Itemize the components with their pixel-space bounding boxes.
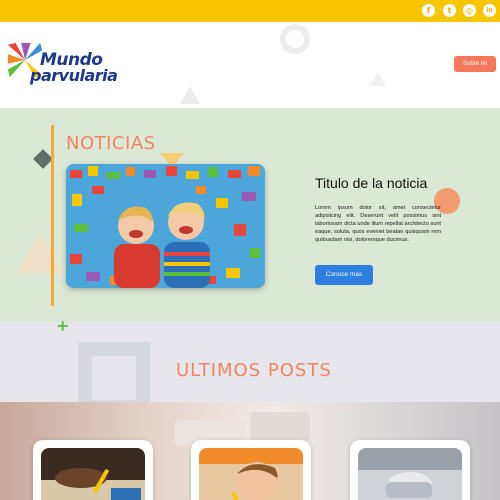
post-card[interactable] bbox=[191, 440, 311, 500]
news-body-text: Lorem ipsum dolor sit, amet consectetur … bbox=[315, 205, 441, 244]
children-with-toy-blocks-image bbox=[66, 164, 265, 288]
news-headline: Titulo de la noticia bbox=[315, 175, 428, 191]
post-card[interactable] bbox=[350, 440, 470, 500]
noticias-section: NOTICIAS Titulo de la noticia Lorem ipsu… bbox=[0, 108, 500, 322]
decorative-triangle bbox=[180, 86, 200, 104]
conoce-mas-button[interactable]: Conoce más bbox=[315, 265, 373, 285]
ultimos-posts-title: ULTIMOS POSTS bbox=[176, 360, 332, 381]
tumblr-icon[interactable]: t bbox=[443, 4, 456, 17]
child-playing-image bbox=[358, 448, 462, 500]
post-card-image bbox=[41, 448, 145, 500]
plus-icon: + bbox=[56, 316, 70, 335]
facebook-icon[interactable]: f bbox=[422, 4, 435, 17]
sobre-mi-button[interactable]: Sobre mi bbox=[454, 56, 496, 72]
news-photo bbox=[66, 164, 265, 288]
posts-background-image bbox=[0, 402, 500, 500]
boy-drawing-image bbox=[199, 448, 303, 500]
decorative-diamond bbox=[33, 149, 53, 169]
child-writing-image bbox=[41, 448, 145, 500]
section-accent-line bbox=[51, 125, 54, 306]
top-bar: f t ◎ in bbox=[0, 0, 500, 22]
noticias-title: NOTICIAS bbox=[66, 133, 156, 154]
ultimos-posts-section: ULTIMOS POSTS bbox=[0, 322, 500, 402]
decorative-square bbox=[78, 342, 150, 402]
linkedin-icon[interactable]: in bbox=[483, 4, 496, 17]
background-block bbox=[250, 412, 310, 442]
post-card-image bbox=[199, 448, 303, 500]
decorative-triangle bbox=[370, 72, 386, 86]
header: Mundo parvularia Sobre mi bbox=[0, 22, 500, 108]
instagram-icon[interactable]: ◎ bbox=[463, 4, 476, 17]
decorative-triangle bbox=[16, 233, 64, 273]
logo-text-parvularia[interactable]: parvularia bbox=[30, 66, 118, 85]
post-card-image bbox=[358, 448, 462, 500]
post-card[interactable] bbox=[33, 440, 153, 500]
decorative-circle bbox=[280, 24, 310, 54]
